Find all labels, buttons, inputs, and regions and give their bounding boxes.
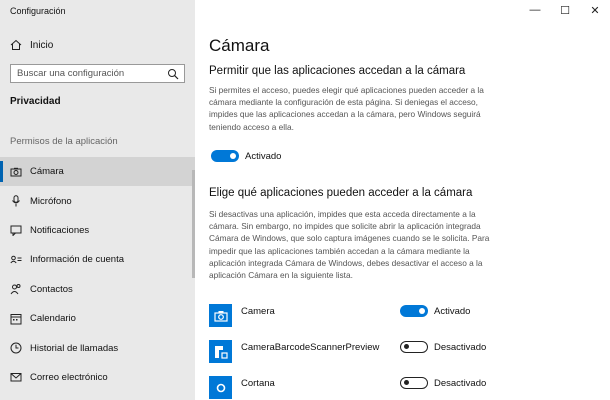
section-description-apps: Si desactivas una aplicación, impides qu… [209,209,490,281]
app-name: Cortana [241,378,275,389]
cortana-icon [209,376,232,399]
sidebar-item-label: Historial de llamadas [30,342,119,354]
app-name: CameraBarcodeScannerPreview [241,342,380,353]
mail-icon [10,373,22,382]
group-title: Permisos de la aplicación [10,136,118,147]
sidebar-item-label: Cámara [30,166,64,178]
sidebar-item-label: Notificaciones [30,224,90,236]
call-history-icon [10,342,22,354]
list-item: Camera Activado [209,304,599,330]
list-item: Cortana Desactivado [209,376,599,400]
app-name: Camera [241,306,275,317]
sidebar-item-calendar[interactable]: Calendario [0,304,195,333]
section-title: Privacidad [10,96,61,107]
sidebar-item-account-info[interactable]: Información de cuenta [0,245,195,274]
sidebar-item-camera[interactable]: Cámara [0,157,195,187]
cortana-toggle[interactable] [400,377,428,389]
calendar-icon [10,313,22,325]
sidebar-item-mail[interactable]: Correo electrónico [0,363,195,392]
camera-access-toggle-label: Activado [245,151,282,162]
sidebar-item-contacts[interactable]: Contactos [0,275,195,304]
sidebar-item-notifications[interactable]: Notificaciones [0,216,195,245]
close-button[interactable]: ✕ [580,0,610,20]
camera-icon [10,167,22,177]
sidebar-item-call-history[interactable]: Historial de llamadas [0,333,195,362]
search-input[interactable]: Buscar una configuración [10,64,185,83]
home-icon [10,39,22,50]
section-heading-access: Permitir que las aplicaciones accedan a … [209,65,466,77]
window-controls: — ☐ ✕ [520,0,610,20]
sidebar-item-label: Calendario [30,313,76,325]
microphone-icon [12,195,20,207]
camera-glyph-icon [213,310,228,322]
scanner-glyph-icon [214,345,228,359]
app-title: Configuración [10,6,66,16]
sidebar-item-microphone[interactable]: Micrófono [0,186,195,215]
sidebar-item-label: Contactos [30,283,73,295]
barcode-scanner-icon [209,340,232,363]
nav-home-label: Inicio [30,39,54,51]
main-panel: — ☐ ✕ Cámara Permitir que las aplicacion… [195,0,610,400]
page-title: Cámara [209,36,270,55]
sidebar-item-label: Micrófono [30,195,72,207]
sidebar-item-label: Información de cuenta [30,254,125,266]
nav-home[interactable]: Inicio [0,34,195,56]
list-item: CameraBarcodeScannerPreview Desactivado [209,340,599,366]
camera-access-toggle[interactable] [211,150,239,162]
nav-list: Cámara Micrófono Notificaciones Informac… [0,157,195,392]
barcode-scanner-toggle[interactable] [400,341,428,353]
search-icon[interactable] [167,68,179,80]
camera-app-toggle[interactable] [400,305,428,317]
sidebar-item-label: Correo electrónico [30,371,108,383]
contacts-icon [10,284,21,295]
maximize-button[interactable]: ☐ [550,0,580,20]
cortana-glyph-icon [216,383,225,392]
account-info-icon [10,255,22,264]
app-toggle-label: Desactivado [434,342,487,353]
search-placeholder: Buscar una configuración [17,68,125,79]
minimize-button[interactable]: — [520,0,550,20]
section-description-access: Si permites el acceso, puedes elegir qué… [209,85,484,132]
sidebar: Configuración Inicio Buscar una configur… [0,0,195,400]
app-toggle-label: Activado [434,306,471,317]
section-heading-apps: Elige qué aplicaciones pueden acceder a … [209,187,473,199]
notifications-icon [10,225,22,237]
app-toggle-label: Desactivado [434,378,487,389]
camera-app-icon [209,304,232,327]
